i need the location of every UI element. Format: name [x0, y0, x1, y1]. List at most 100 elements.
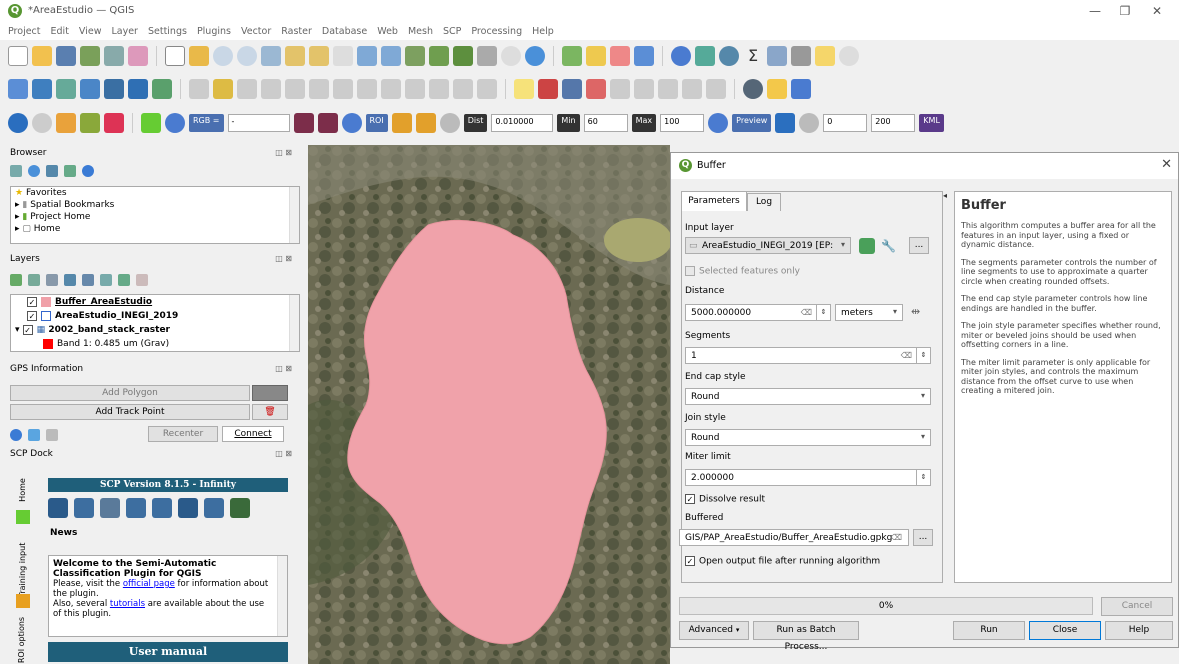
wrench-icon[interactable]: 🔧	[881, 238, 897, 254]
gps-settings-icon[interactable]	[46, 429, 58, 441]
data-source-manager-icon[interactable]	[8, 79, 28, 99]
menu-scp[interactable]: SCP	[443, 26, 461, 37]
browser-item-spatial-bookmarks[interactable]: ▸ ▮ Spatial Bookmarks	[11, 199, 299, 211]
gps-color-swatch[interactable]	[252, 385, 288, 401]
panel-close-icon[interactable]: ◫ ⊠	[275, 449, 292, 458]
zoom-native-icon[interactable]	[333, 46, 353, 66]
zoom-to-layer-icon[interactable]	[309, 46, 329, 66]
zoom-to-selection-icon[interactable]	[285, 46, 305, 66]
min-input[interactable]: 60	[583, 114, 628, 132]
tab-roi-options[interactable]: ROI options	[10, 610, 34, 664]
statistical-summary-icon[interactable]: Σ	[743, 46, 763, 66]
open-project-icon[interactable]	[32, 46, 52, 66]
scp-layer-icon[interactable]	[80, 113, 100, 133]
input-layer-combo[interactable]: ▭ AreaEstudio_INEGI_2019 [EP: ▾	[685, 237, 851, 254]
scp-band-processing-icon[interactable]	[126, 498, 146, 518]
add-vector-icon[interactable]	[32, 79, 52, 99]
add-wms-icon[interactable]	[128, 79, 148, 99]
scp-redo-roi-icon[interactable]	[391, 113, 412, 133]
help-button[interactable]: Help	[1105, 621, 1173, 640]
highlight-label-icon[interactable]	[562, 79, 582, 99]
kml-label[interactable]: KML	[919, 114, 944, 132]
miter-spinner[interactable]: ⇕	[916, 470, 930, 485]
selected-features-option[interactable]: Selected features only	[685, 266, 800, 277]
identify-features-icon[interactable]	[671, 46, 691, 66]
undo-icon[interactable]	[453, 79, 473, 99]
segments-spinner[interactable]: ⇕	[916, 348, 930, 363]
join-style-combo[interactable]: Round ▾	[685, 429, 931, 446]
refresh-icon[interactable]	[525, 46, 545, 66]
scp-zoom-roi-icon[interactable]	[341, 113, 362, 133]
layers-scrollbar[interactable]	[289, 295, 299, 351]
scp-toggle-icon[interactable]	[32, 113, 52, 133]
pin-labels-icon[interactable]	[586, 79, 606, 99]
tab-home[interactable]: Home	[11, 475, 35, 505]
identify-icon[interactable]	[634, 46, 654, 66]
scp-zoom-icon[interactable]	[56, 113, 76, 133]
scp-postprocessing-icon[interactable]	[152, 498, 172, 518]
layer-visibility-checkbox[interactable]: ✓	[27, 296, 37, 307]
diagram-tool-icon[interactable]	[706, 79, 726, 99]
save-project-icon[interactable]	[56, 46, 76, 66]
rotate-label-icon[interactable]	[658, 79, 678, 99]
iterate-icon[interactable]	[859, 238, 875, 254]
close-window-button[interactable]: ✕	[1142, 2, 1172, 20]
menu-settings[interactable]: Settings	[148, 26, 187, 37]
distance-spinner[interactable]: ⇕	[816, 305, 830, 320]
scp-settings-icon[interactable]	[230, 498, 250, 518]
layer-item[interactable]: ▾ ✓ ▦ 2002_band_stack_raster	[11, 324, 299, 336]
toggle-editing-icon[interactable]	[213, 79, 233, 99]
layer-labeling-icon[interactable]	[538, 79, 558, 99]
filter-expression-icon[interactable]	[82, 274, 94, 286]
scale-bar-icon[interactable]	[791, 46, 811, 66]
scp-refresh-icon[interactable]	[439, 113, 460, 133]
scp-download-icon[interactable]	[74, 498, 94, 518]
add-raster-icon[interactable]	[56, 79, 76, 99]
scp-preview-icon[interactable]	[775, 113, 796, 133]
scp-plus-icon[interactable]	[415, 113, 436, 133]
dissolve-option[interactable]: ✓ Dissolve result	[685, 494, 765, 505]
end-cap-combo[interactable]: Round ▾	[685, 388, 931, 405]
annotation-icon[interactable]	[815, 46, 835, 66]
add-feature-icon[interactable]	[261, 79, 281, 99]
close-button[interactable]: Close	[1029, 621, 1101, 640]
collapse-all-icon[interactable]	[118, 274, 130, 286]
layer-styling-icon[interactable]	[10, 274, 22, 286]
menu-help[interactable]: Help	[532, 26, 554, 37]
collapse-all-icon[interactable]	[64, 165, 76, 177]
copy-features-icon[interactable]	[405, 79, 425, 99]
panel-close-icon[interactable]: ◫ ⊠	[275, 148, 292, 157]
zoom-out-icon[interactable]	[237, 46, 257, 66]
max-input[interactable]: 100	[660, 114, 705, 132]
help-contents-icon[interactable]	[791, 79, 811, 99]
scp-cloud-icon[interactable]	[8, 113, 28, 133]
dissolve-checkbox[interactable]: ✓	[685, 494, 695, 504]
run-as-batch-button[interactable]: Run as Batch Process...	[753, 621, 859, 652]
select-by-value-icon[interactable]	[586, 46, 606, 66]
rgb-combo[interactable]: -	[227, 114, 290, 132]
layer-item[interactable]: ✓ AreaEstudio_INEGI_2019	[11, 310, 299, 322]
open-output-option[interactable]: ✓ Open output file after running algorith…	[685, 556, 880, 567]
save-as-icon[interactable]	[80, 46, 100, 66]
plugin-icon[interactable]	[743, 79, 763, 99]
add-selected-icon[interactable]	[10, 165, 22, 177]
add-track-point-button[interactable]: Add Track Point	[10, 404, 250, 420]
python-console-icon[interactable]	[767, 79, 787, 99]
map-canvas[interactable]	[308, 145, 670, 664]
add-group-icon[interactable]	[28, 274, 40, 286]
cancel-button[interactable]: Cancel	[1101, 597, 1173, 616]
menu-view[interactable]: View	[79, 26, 102, 37]
clear-icon[interactable]: ⌫	[801, 307, 812, 319]
temporal-icon[interactable]	[501, 46, 521, 66]
save-edits-icon[interactable]	[237, 79, 257, 99]
menu-web[interactable]: Web	[377, 26, 398, 37]
select-features-icon[interactable]	[562, 46, 582, 66]
panel-close-icon[interactable]: ◫ ⊠	[275, 254, 292, 263]
show-bookmarks-icon[interactable]	[477, 46, 497, 66]
deselect-icon[interactable]	[610, 46, 630, 66]
new-3d-view-icon[interactable]	[429, 46, 449, 66]
open-field-calculator-icon[interactable]	[695, 46, 715, 66]
locator-icon[interactable]	[839, 46, 859, 66]
label-tool-icon[interactable]	[514, 79, 534, 99]
bookmark-icon[interactable]	[453, 46, 473, 66]
